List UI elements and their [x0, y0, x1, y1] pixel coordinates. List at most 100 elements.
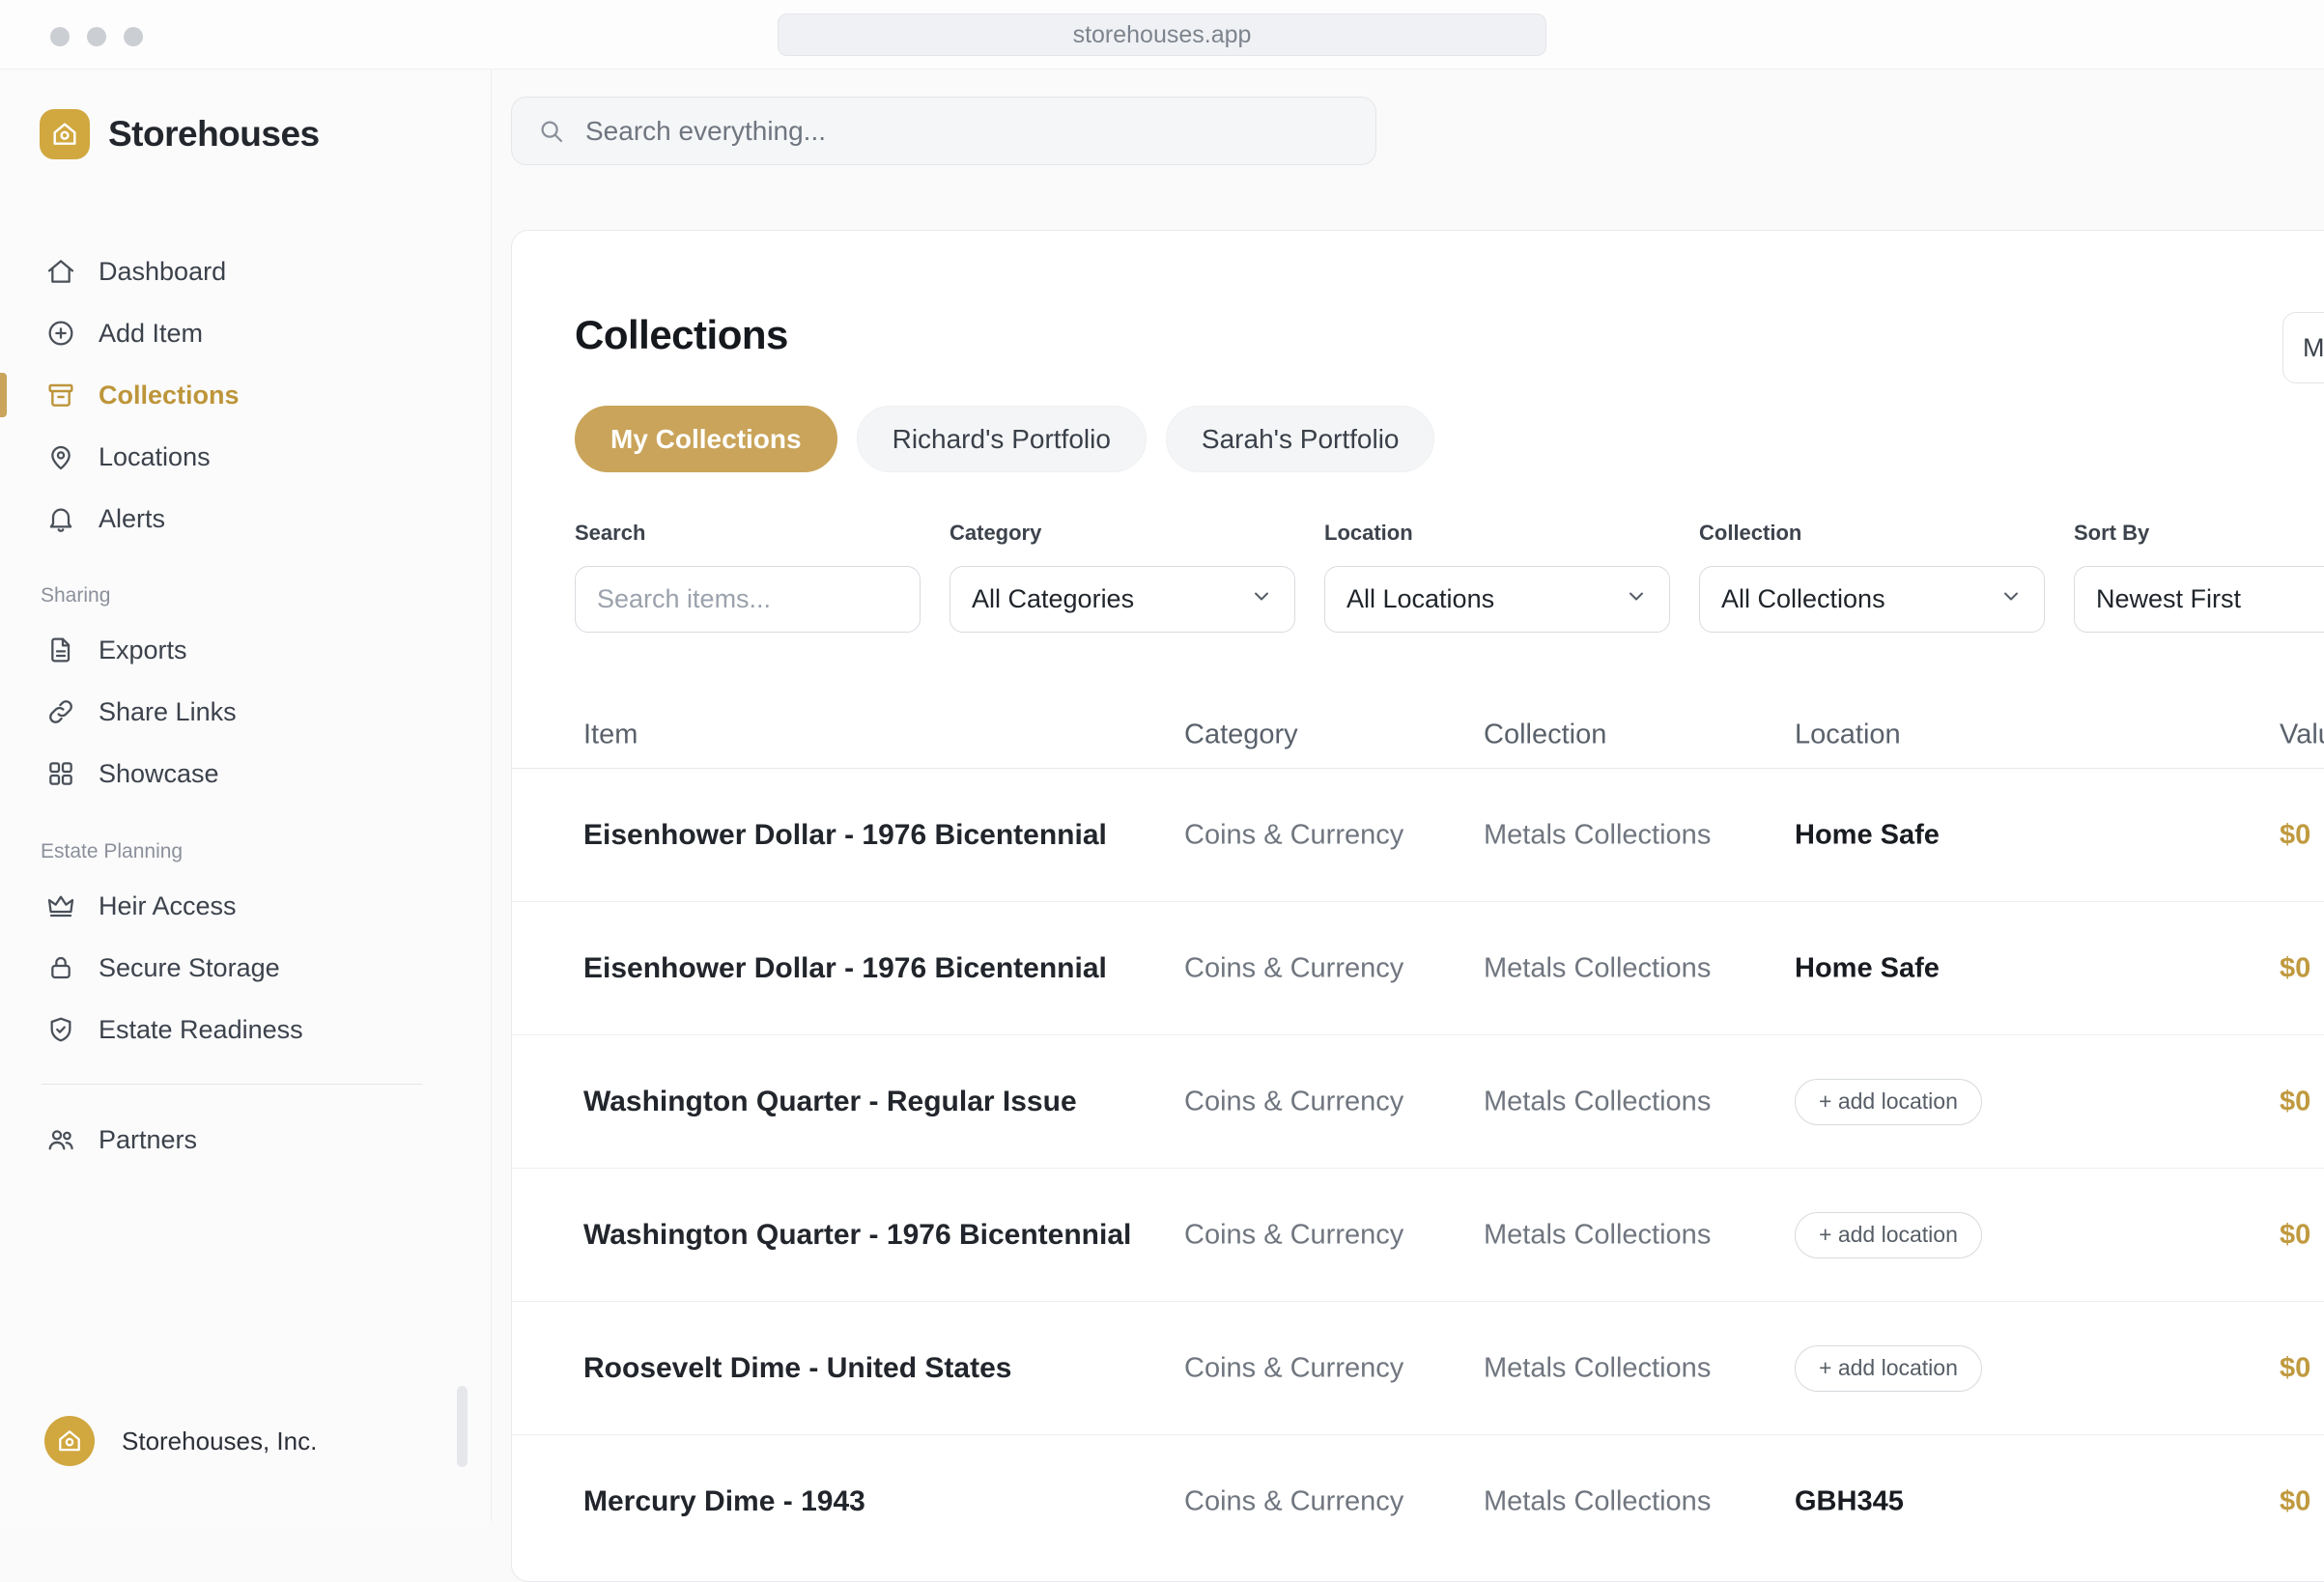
- sidebar-item-label: Exports: [99, 636, 187, 665]
- sidebar-item-label: Collections: [99, 381, 240, 410]
- sidebar-scrollbar-thumb[interactable]: [457, 1386, 468, 1467]
- filter-location: Location All Locations: [1324, 521, 1670, 633]
- sidebar-item-label: Showcase: [99, 759, 219, 789]
- sidebar-section-sharing: Sharing: [0, 573, 491, 619]
- sidebar-item-estate-readiness[interactable]: Estate Readiness: [0, 999, 491, 1060]
- sort-select[interactable]: Newest First: [2074, 566, 2324, 633]
- category-select[interactable]: All Categories: [949, 566, 1295, 633]
- item-category: Coins & Currency: [1184, 1486, 1403, 1518]
- filter-category-label: Category: [949, 521, 1295, 546]
- filter-category: Category All Categories: [949, 521, 1295, 633]
- item-name[interactable]: Mercury Dime - 1943: [583, 1485, 865, 1518]
- item-location: GBH345: [1795, 1486, 1904, 1518]
- sidebar-item-secure-storage[interactable]: Secure Storage: [0, 937, 491, 999]
- column-header-collection: Collection: [1484, 720, 1606, 751]
- window-controls[interactable]: [50, 27, 143, 46]
- sidebar-item-add-item[interactable]: Add Item: [0, 302, 491, 364]
- filter-collection: Collection All Collections: [1699, 521, 2045, 633]
- lock-icon: [44, 951, 77, 984]
- table-row[interactable]: Eisenhower Dollar - 1976 Bicentennial Co…: [512, 769, 2324, 902]
- crown-icon: [44, 890, 77, 922]
- global-search-input[interactable]: [585, 116, 1350, 147]
- company-name: Storehouses, Inc.: [122, 1427, 317, 1456]
- global-search[interactable]: [511, 97, 1376, 165]
- map-pin-icon: [44, 440, 77, 473]
- category-select-value: All Categories: [972, 584, 1134, 614]
- filter-location-label: Location: [1324, 521, 1670, 546]
- item-location: Home Safe: [1795, 819, 1940, 851]
- window-close-button[interactable]: [50, 27, 70, 46]
- add-location-button[interactable]: + add location: [1795, 1345, 1982, 1392]
- table-row[interactable]: Eisenhower Dollar - 1976 Bicentennial Co…: [512, 902, 2324, 1035]
- sidebar-item-exports[interactable]: Exports: [0, 619, 491, 681]
- bell-icon: [44, 502, 77, 535]
- sidebar-item-showcase[interactable]: Showcase: [0, 743, 491, 805]
- item-category: Coins & Currency: [1184, 952, 1403, 984]
- window-titlebar: storehouses.app: [0, 0, 2324, 70]
- sidebar-item-label: Locations: [99, 442, 211, 472]
- item-value: $0: [2280, 1086, 2310, 1117]
- item-name[interactable]: Eisenhower Dollar - 1976 Bicentennial: [583, 819, 1107, 852]
- item-collection: Metals Collections: [1484, 1352, 1711, 1384]
- sidebar-item-alerts[interactable]: Alerts: [0, 488, 491, 550]
- page-title: Collections: [575, 312, 788, 358]
- sidebar-item-label: Alerts: [99, 504, 165, 534]
- items-search-input[interactable]: [597, 584, 898, 614]
- item-name[interactable]: Washington Quarter - Regular Issue: [583, 1086, 1077, 1118]
- sidebar-item-label: Partners: [99, 1125, 197, 1155]
- item-name[interactable]: Eisenhower Dollar - 1976 Bicentennial: [583, 952, 1107, 985]
- sidebar-item-label: Secure Storage: [99, 953, 280, 983]
- sort-select-value: Newest First: [2096, 584, 2241, 614]
- item-value: $0: [2280, 1219, 2310, 1251]
- sidebar-item-label: Heir Access: [99, 891, 237, 921]
- link-icon: [44, 695, 77, 728]
- app-logo: Storehouses: [0, 70, 491, 159]
- portfolio-tabs: My Collections Richard's Portfolio Sarah…: [575, 406, 1434, 472]
- item-name[interactable]: Washington Quarter - 1976 Bicentennial: [583, 1219, 1131, 1252]
- table-row[interactable]: Roosevelt Dime - United States Coins & C…: [512, 1302, 2324, 1435]
- sidebar-item-label: Share Links: [99, 697, 237, 727]
- add-location-button[interactable]: + add location: [1795, 1212, 1982, 1258]
- item-category: Coins & Currency: [1184, 1086, 1403, 1117]
- archive-icon: [44, 379, 77, 411]
- tab-sarahs-portfolio[interactable]: Sarah's Portfolio: [1166, 406, 1435, 472]
- main-content-card: Collections M My Collections Richard's P…: [511, 230, 2324, 1582]
- item-collection: Metals Collections: [1484, 1219, 1711, 1251]
- items-table: Item Category Collection Location Value …: [512, 702, 2324, 1568]
- filter-bar: Search Category All Categories Location …: [575, 521, 2324, 633]
- item-name[interactable]: Roosevelt Dime - United States: [583, 1352, 1011, 1385]
- table-row[interactable]: Mercury Dime - 1943 Coins & Currency Met…: [512, 1435, 2324, 1568]
- sidebar-nav: Dashboard Add Item Collections Locations…: [0, 240, 491, 550]
- sidebar-item-partners[interactable]: Partners: [0, 1109, 491, 1171]
- add-location-button[interactable]: + add location: [1795, 1079, 1982, 1125]
- table-row[interactable]: Washington Quarter - Regular Issue Coins…: [512, 1035, 2324, 1169]
- home-icon: [44, 255, 77, 288]
- sidebar-item-share-links[interactable]: Share Links: [0, 681, 491, 743]
- item-collection: Metals Collections: [1484, 952, 1711, 984]
- manage-button[interactable]: M: [2282, 312, 2324, 383]
- column-header-value: Value: [2280, 720, 2324, 751]
- collection-select[interactable]: All Collections: [1699, 566, 2045, 633]
- tab-richards-portfolio[interactable]: Richard's Portfolio: [857, 406, 1147, 472]
- sidebar-item-collections[interactable]: Collections: [0, 364, 491, 426]
- sidebar-item-heir-access[interactable]: Heir Access: [0, 875, 491, 937]
- sidebar-item-locations[interactable]: Locations: [0, 426, 491, 488]
- column-header-item: Item: [583, 720, 638, 751]
- window-minimize-button[interactable]: [87, 27, 106, 46]
- window-zoom-button[interactable]: [124, 27, 143, 46]
- address-bar[interactable]: storehouses.app: [778, 14, 1546, 56]
- filter-search: Search: [575, 521, 921, 633]
- users-icon: [44, 1123, 77, 1156]
- document-icon: [44, 634, 77, 666]
- location-select[interactable]: All Locations: [1324, 566, 1670, 633]
- sidebar-item-dashboard[interactable]: Dashboard: [0, 240, 491, 302]
- tab-my-collections[interactable]: My Collections: [575, 406, 837, 472]
- table-row[interactable]: Washington Quarter - 1976 Bicentennial C…: [512, 1169, 2324, 1302]
- storehouses-footer-logo-icon: [44, 1416, 95, 1466]
- filter-search-field[interactable]: [575, 566, 921, 633]
- item-category: Coins & Currency: [1184, 1219, 1403, 1251]
- column-header-location: Location: [1795, 720, 1901, 751]
- active-indicator: [0, 373, 7, 417]
- sidebar-section-estate-planning: Estate Planning: [0, 829, 491, 875]
- shield-check-icon: [44, 1013, 77, 1046]
